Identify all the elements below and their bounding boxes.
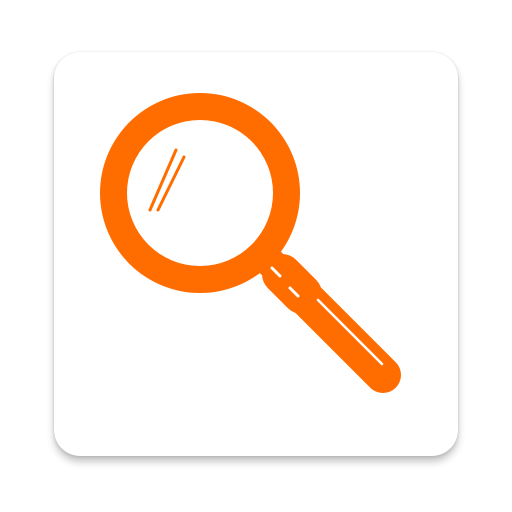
magnifier-handle (255, 247, 401, 393)
app-icon-canvas (0, 0, 512, 512)
magnifying-glass-icon (100, 93, 401, 393)
magnifier-lens (100, 93, 300, 293)
